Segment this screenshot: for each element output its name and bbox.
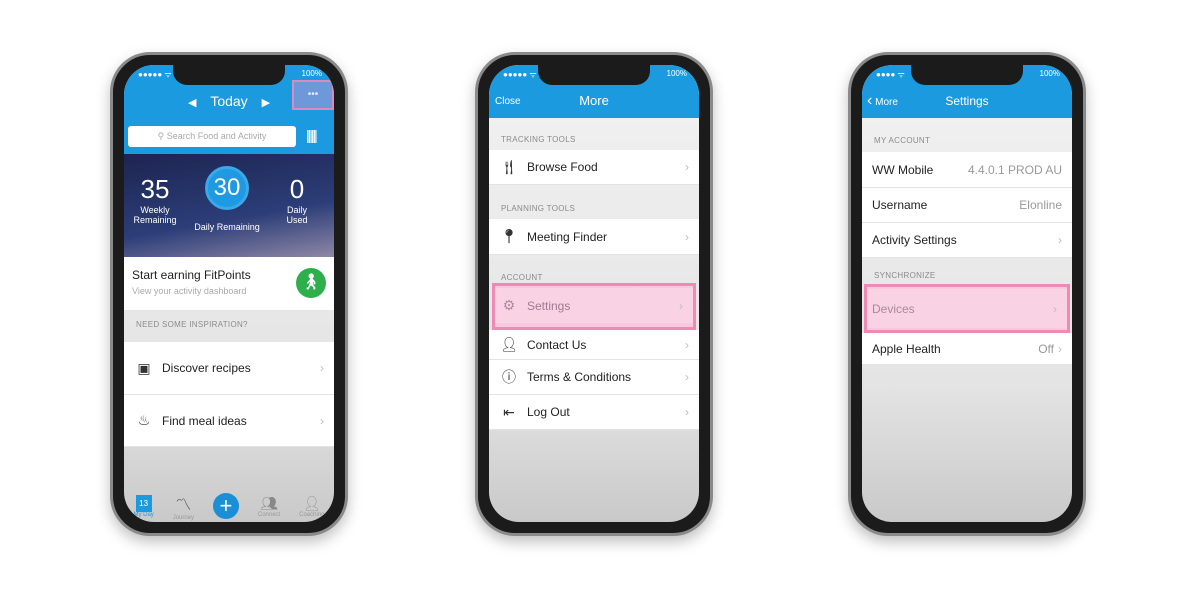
page-title: More (579, 93, 609, 108)
signal-icon: ●●●●● ᯤ (503, 70, 537, 79)
tab-my-day[interactable]: 13 My Day (133, 494, 154, 518)
daily-label: Daily Remaining (194, 222, 260, 232)
chart-line-icon: 〽 (175, 497, 192, 514)
screen: ●●●● ᯤ 100% ‹ More Settings MY ACCOUNT WW… (862, 65, 1072, 522)
points-panel: 35 Weekly Remaining 30 Daily Remaining 0D… (124, 154, 334, 257)
list-item-settings[interactable]: ⚙ Settings › (495, 288, 693, 323)
nav-title: Today (210, 93, 248, 109)
add-button[interactable]: + (212, 493, 239, 519)
battery-status: 100% (666, 69, 687, 78)
chevron-right-icon: › (685, 337, 689, 352)
chevron-right-icon: › (685, 160, 689, 174)
next-day-icon[interactable]: ▶ (262, 97, 270, 109)
contact-icon: 👤︎ (500, 336, 518, 352)
tab-coaching[interactable]: 👤︎ Coaching (299, 495, 324, 518)
weekly-value: 35 (140, 174, 170, 204)
notch (173, 65, 285, 85)
more-button[interactable]: ••• (292, 80, 334, 110)
bowl-icon: ♨ (137, 412, 151, 428)
row-username: Username Elonline (862, 188, 1072, 223)
phone-my-day: ●●●●● ᯤ 100% ◀ Today ▶ ••• ⚲ Search Food … (110, 52, 348, 536)
phone-more: ●●●●● ᯤ 100% Close More TRACKING TOOLS 🍴︎… (475, 52, 713, 536)
map-pin-icon: 📍︎ (500, 228, 518, 244)
list-item-terms[interactable]: ⓘ Terms & Conditions › (489, 360, 699, 395)
cutlery-icon: 🍴︎ (500, 158, 518, 175)
people-icon: 👥︎ (260, 494, 278, 511)
chevron-right-icon: › (320, 413, 324, 428)
row-activity-settings[interactable]: Activity Settings › (862, 223, 1072, 258)
list-item-log-out[interactable]: ⇤ Log Out › (489, 395, 699, 430)
section-header: ACCOUNT (501, 273, 543, 282)
screen: ●●●●● ᯤ 100% ◀ Today ▶ ••• ⚲ Search Food … (124, 65, 334, 522)
chevron-right-icon: › (685, 405, 689, 419)
prev-day-icon[interactable]: ◀ (188, 97, 196, 109)
section-header: SYNCHRONIZE (874, 271, 936, 280)
list-item-contact-us[interactable]: 👤︎ Contact Us › (489, 330, 699, 360)
list-item-find-meal-ideas[interactable]: ♨ Find meal ideas › (124, 395, 334, 447)
row-apple-health[interactable]: Apple Health Off › (862, 333, 1072, 365)
walking-icon: 🚶︎ (296, 268, 326, 298)
search-icon: ⚲ (157, 131, 167, 141)
section-header: TRACKING TOOLS (501, 135, 576, 144)
info-icon: ⓘ (502, 369, 516, 385)
chevron-right-icon: › (1053, 301, 1057, 316)
list-item-meeting-finder[interactable]: 📍︎ Meeting Finder › (489, 219, 699, 255)
section-header: MY ACCOUNT (874, 136, 931, 145)
signal-icon: ●●●●● ᯤ (138, 70, 172, 79)
chevron-right-icon: › (1058, 233, 1062, 247)
gear-icon: ⚙ (502, 297, 516, 313)
battery-status: 100% (1039, 69, 1060, 78)
chevron-right-icon: › (685, 229, 689, 244)
tab-bar: 13 My Day 〽 Journey + 👥︎ Connect 👤︎ Coaching (124, 484, 334, 522)
search-input[interactable]: ⚲ Search Food and Activity (128, 126, 296, 147)
logout-icon: ⇤ (503, 403, 515, 420)
list-item-browse-food[interactable]: 🍴︎ Browse Food › (489, 150, 699, 185)
coach-icon: 👤︎ (302, 494, 321, 511)
used-value: 0 (289, 174, 305, 204)
chevron-right-icon: › (685, 370, 689, 384)
fitpoints-card[interactable]: Start earning FitPoints View your activi… (124, 257, 334, 310)
tab-connect[interactable]: 👥︎ Connect (258, 495, 280, 518)
chevron-right-icon: › (679, 298, 683, 313)
used-label: Daily Used (286, 205, 308, 225)
phone-settings: ●●●● ᯤ 100% ‹ More Settings MY ACCOUNT WW… (848, 52, 1086, 536)
battery-status: 100% (301, 69, 322, 78)
list-item-discover-recipes[interactable]: ▣ Discover recipes › (124, 342, 334, 395)
weekly-label: Weekly Remaining (133, 205, 177, 225)
row-ww-mobile: WW Mobile 4.4.0.1 PROD AU (862, 152, 1072, 188)
barcode-icon[interactable]: |||||| (306, 127, 318, 143)
calendar-icon: 13 (135, 494, 152, 512)
chevron-right-icon: › (1058, 341, 1062, 356)
screen: ●●●●● ᯤ 100% Close More TRACKING TOOLS 🍴︎… (489, 65, 699, 522)
row-devices[interactable]: Devices › (867, 289, 1067, 328)
notch (911, 65, 1023, 85)
section-header: NEED SOME INSPIRATION? (136, 320, 248, 329)
daily-value: 30 (205, 166, 249, 210)
chevron-right-icon: › (320, 361, 324, 375)
tab-journey[interactable]: 〽 Journey (173, 491, 194, 521)
recipe-book-icon: ▣ (137, 359, 151, 376)
section-header: PLANNING TOOLS (501, 204, 576, 213)
notch (538, 65, 650, 85)
signal-icon: ●●●● ᯤ (876, 70, 905, 79)
page-title: Settings (945, 94, 989, 108)
